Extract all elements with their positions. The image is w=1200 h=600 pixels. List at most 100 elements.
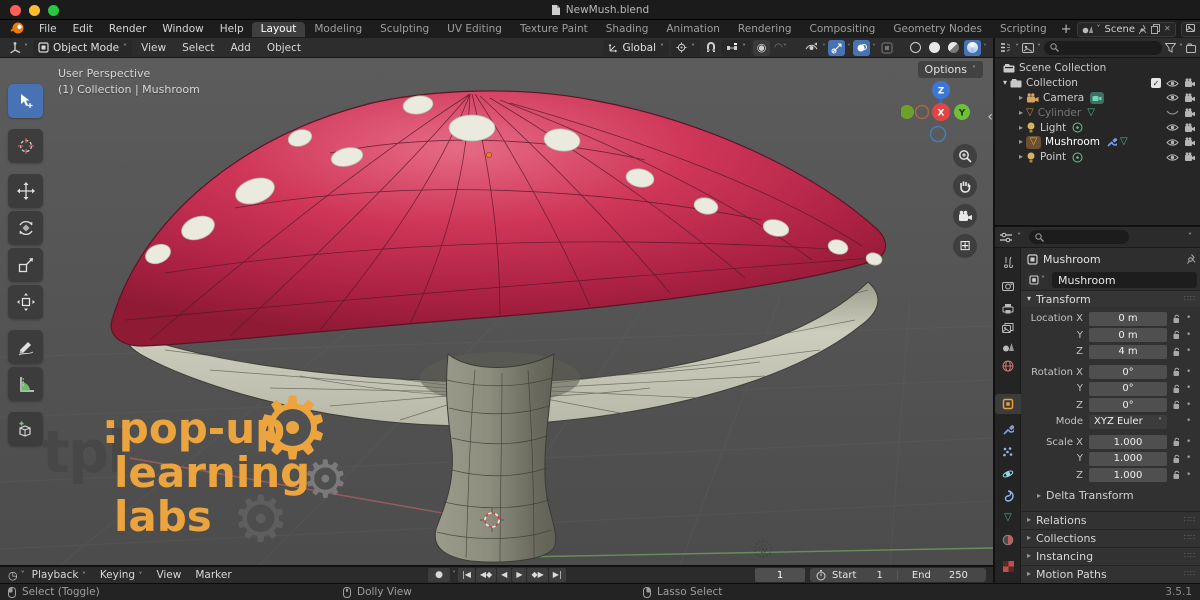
animate-dot-icon[interactable]	[1186, 368, 1191, 377]
tab-particles[interactable]	[995, 442, 1021, 462]
camera-disable-icon[interactable]	[1184, 152, 1196, 162]
lock-open-icon[interactable]	[1172, 454, 1181, 464]
menu-help[interactable]: Help	[212, 23, 252, 35]
expand-arrow-icon[interactable]	[1019, 94, 1023, 102]
blender-logo-icon[interactable]	[0, 22, 31, 37]
new-collection-icon[interactable]	[1186, 43, 1196, 53]
lock-open-icon[interactable]	[1172, 330, 1181, 340]
lock-open-icon[interactable]	[1172, 347, 1181, 357]
panel-grip-icon[interactable]	[1184, 295, 1196, 303]
workspace-tab-uv-editing[interactable]: UV Editing	[438, 22, 511, 37]
navigation-gizmo[interactable]: Z X Y	[901, 80, 979, 144]
properties-search-input[interactable]	[1029, 230, 1129, 244]
panel-collections[interactable]: Collections	[1021, 529, 1200, 547]
eye-icon[interactable]	[1166, 79, 1179, 88]
properties-options-dropdown[interactable]	[1188, 233, 1196, 241]
prev-keyframe-button[interactable]	[476, 568, 496, 582]
workspace-tab-sculpting[interactable]: Sculpting	[371, 22, 438, 37]
outliner-row-camera[interactable]: Camera	[995, 91, 1200, 106]
expand-arrow-icon[interactable]	[1019, 138, 1023, 146]
tab-output[interactable]	[995, 298, 1021, 318]
animate-dot-icon[interactable]	[1186, 331, 1191, 340]
end-frame-field[interactable]: 250	[949, 570, 968, 581]
camera-disable-icon[interactable]	[1184, 78, 1196, 88]
pin-icon[interactable]	[1139, 25, 1147, 34]
panel-grip-icon[interactable]	[1184, 570, 1196, 578]
outliner-display-mode-icon[interactable]	[999, 42, 1012, 53]
outliner-row-scene-collection[interactable]: Scene Collection	[995, 61, 1200, 76]
play-button[interactable]	[512, 568, 526, 582]
expand-arrow-icon[interactable]	[1019, 109, 1023, 117]
zoom-button[interactable]	[953, 144, 977, 168]
pin-icon[interactable]	[1187, 254, 1196, 264]
tool-select-box[interactable]	[8, 84, 43, 118]
timeline-editor-icon[interactable]	[5, 570, 21, 581]
lock-open-icon[interactable]	[1172, 367, 1181, 377]
xray-toggle[interactable]	[878, 40, 895, 56]
object-type-dropdown[interactable]	[1026, 272, 1048, 288]
gizmos-toggle[interactable]	[828, 40, 845, 56]
eye-icon[interactable]	[1166, 93, 1179, 102]
lock-open-icon[interactable]	[1172, 400, 1181, 410]
camera-disable-icon[interactable]	[1184, 93, 1196, 103]
animate-dot-icon[interactable]	[1186, 401, 1191, 410]
lock-open-icon[interactable]	[1172, 470, 1181, 480]
tool-scale[interactable]	[8, 248, 43, 282]
menu-keying[interactable]: Keying	[93, 569, 150, 581]
workspace-tab-shading[interactable]: Shading	[597, 22, 658, 37]
outliner-row-light[interactable]: Light	[995, 120, 1200, 135]
shading-rendered-button[interactable]	[964, 40, 981, 56]
tab-tool[interactable]	[995, 252, 1021, 272]
location-y-field[interactable]: 0 m	[1089, 328, 1167, 342]
workspace-tab-texture-paint[interactable]: Texture Paint	[511, 22, 597, 37]
eye-icon[interactable]	[1166, 153, 1179, 162]
camera-view-button[interactable]	[953, 204, 977, 228]
shading-solid-button[interactable]	[926, 40, 943, 56]
location-z-field[interactable]: 4 m	[1089, 345, 1167, 359]
animate-dot-icon[interactable]	[1186, 471, 1191, 480]
menu-add[interactable]: Add	[223, 42, 257, 54]
orthographic-toggle-button[interactable]	[953, 234, 977, 258]
workspace-tab-modeling[interactable]: Modeling	[305, 22, 371, 37]
pivot-point-dropdown[interactable]	[671, 40, 700, 56]
delta-transform-label[interactable]: Delta Transform	[1046, 489, 1134, 502]
animate-dot-icon[interactable]	[1186, 314, 1191, 323]
unlink-scene-icon[interactable]	[1164, 25, 1171, 33]
eye-icon[interactable]	[1166, 123, 1179, 132]
proportional-editing-toggle[interactable]	[753, 40, 770, 56]
mode-dropdown[interactable]: Object Mode	[33, 40, 132, 56]
expand-arrow-icon[interactable]	[1019, 124, 1023, 132]
shading-material-button[interactable]	[945, 40, 962, 56]
animate-dot-icon[interactable]	[1186, 384, 1191, 393]
camera-disable-icon[interactable]	[1184, 137, 1196, 147]
outliner-filter-mode-icon[interactable]	[1022, 43, 1034, 53]
transform-panel-header[interactable]: Transform	[1021, 290, 1200, 307]
menu-view[interactable]: View	[134, 42, 173, 54]
panel-grip-icon[interactable]	[1184, 534, 1196, 542]
tool-move[interactable]	[8, 174, 43, 208]
pan-button[interactable]	[953, 174, 977, 198]
menu-marker[interactable]: Marker	[188, 569, 238, 581]
overlays-toggle[interactable]	[853, 40, 870, 56]
workspace-tab-animation[interactable]: Animation	[657, 22, 729, 37]
eye-closed-icon[interactable]	[1166, 108, 1179, 117]
object-name-field[interactable]: Mushroom	[1052, 272, 1197, 288]
location-x-field[interactable]: 0 m	[1089, 312, 1167, 326]
tab-modifiers[interactable]	[995, 420, 1021, 440]
animate-dot-icon[interactable]	[1186, 417, 1191, 426]
tab-scene[interactable]	[995, 336, 1021, 356]
current-frame-field[interactable]: 1	[755, 568, 805, 582]
menu-edit[interactable]: Edit	[65, 23, 101, 35]
3d-viewport[interactable]: User Perspective (1) Collection | Mushro…	[0, 58, 993, 565]
copy-icon[interactable]	[1151, 24, 1160, 34]
tab-material[interactable]	[995, 530, 1021, 550]
next-keyframe-button[interactable]	[527, 568, 547, 582]
outliner-row-mushroom[interactable]: Mushroom	[995, 135, 1200, 150]
workspace-tab-layout[interactable]: Layout	[252, 22, 306, 37]
menu-timeline-view[interactable]: View	[149, 569, 188, 581]
outliner-row-point[interactable]: Point	[995, 150, 1200, 165]
scene-selector[interactable]: Scene	[1077, 22, 1176, 37]
tab-texture[interactable]	[995, 556, 1021, 576]
menu-object[interactable]: Object	[260, 42, 308, 54]
rotation-x-field[interactable]: 0°	[1089, 365, 1167, 379]
